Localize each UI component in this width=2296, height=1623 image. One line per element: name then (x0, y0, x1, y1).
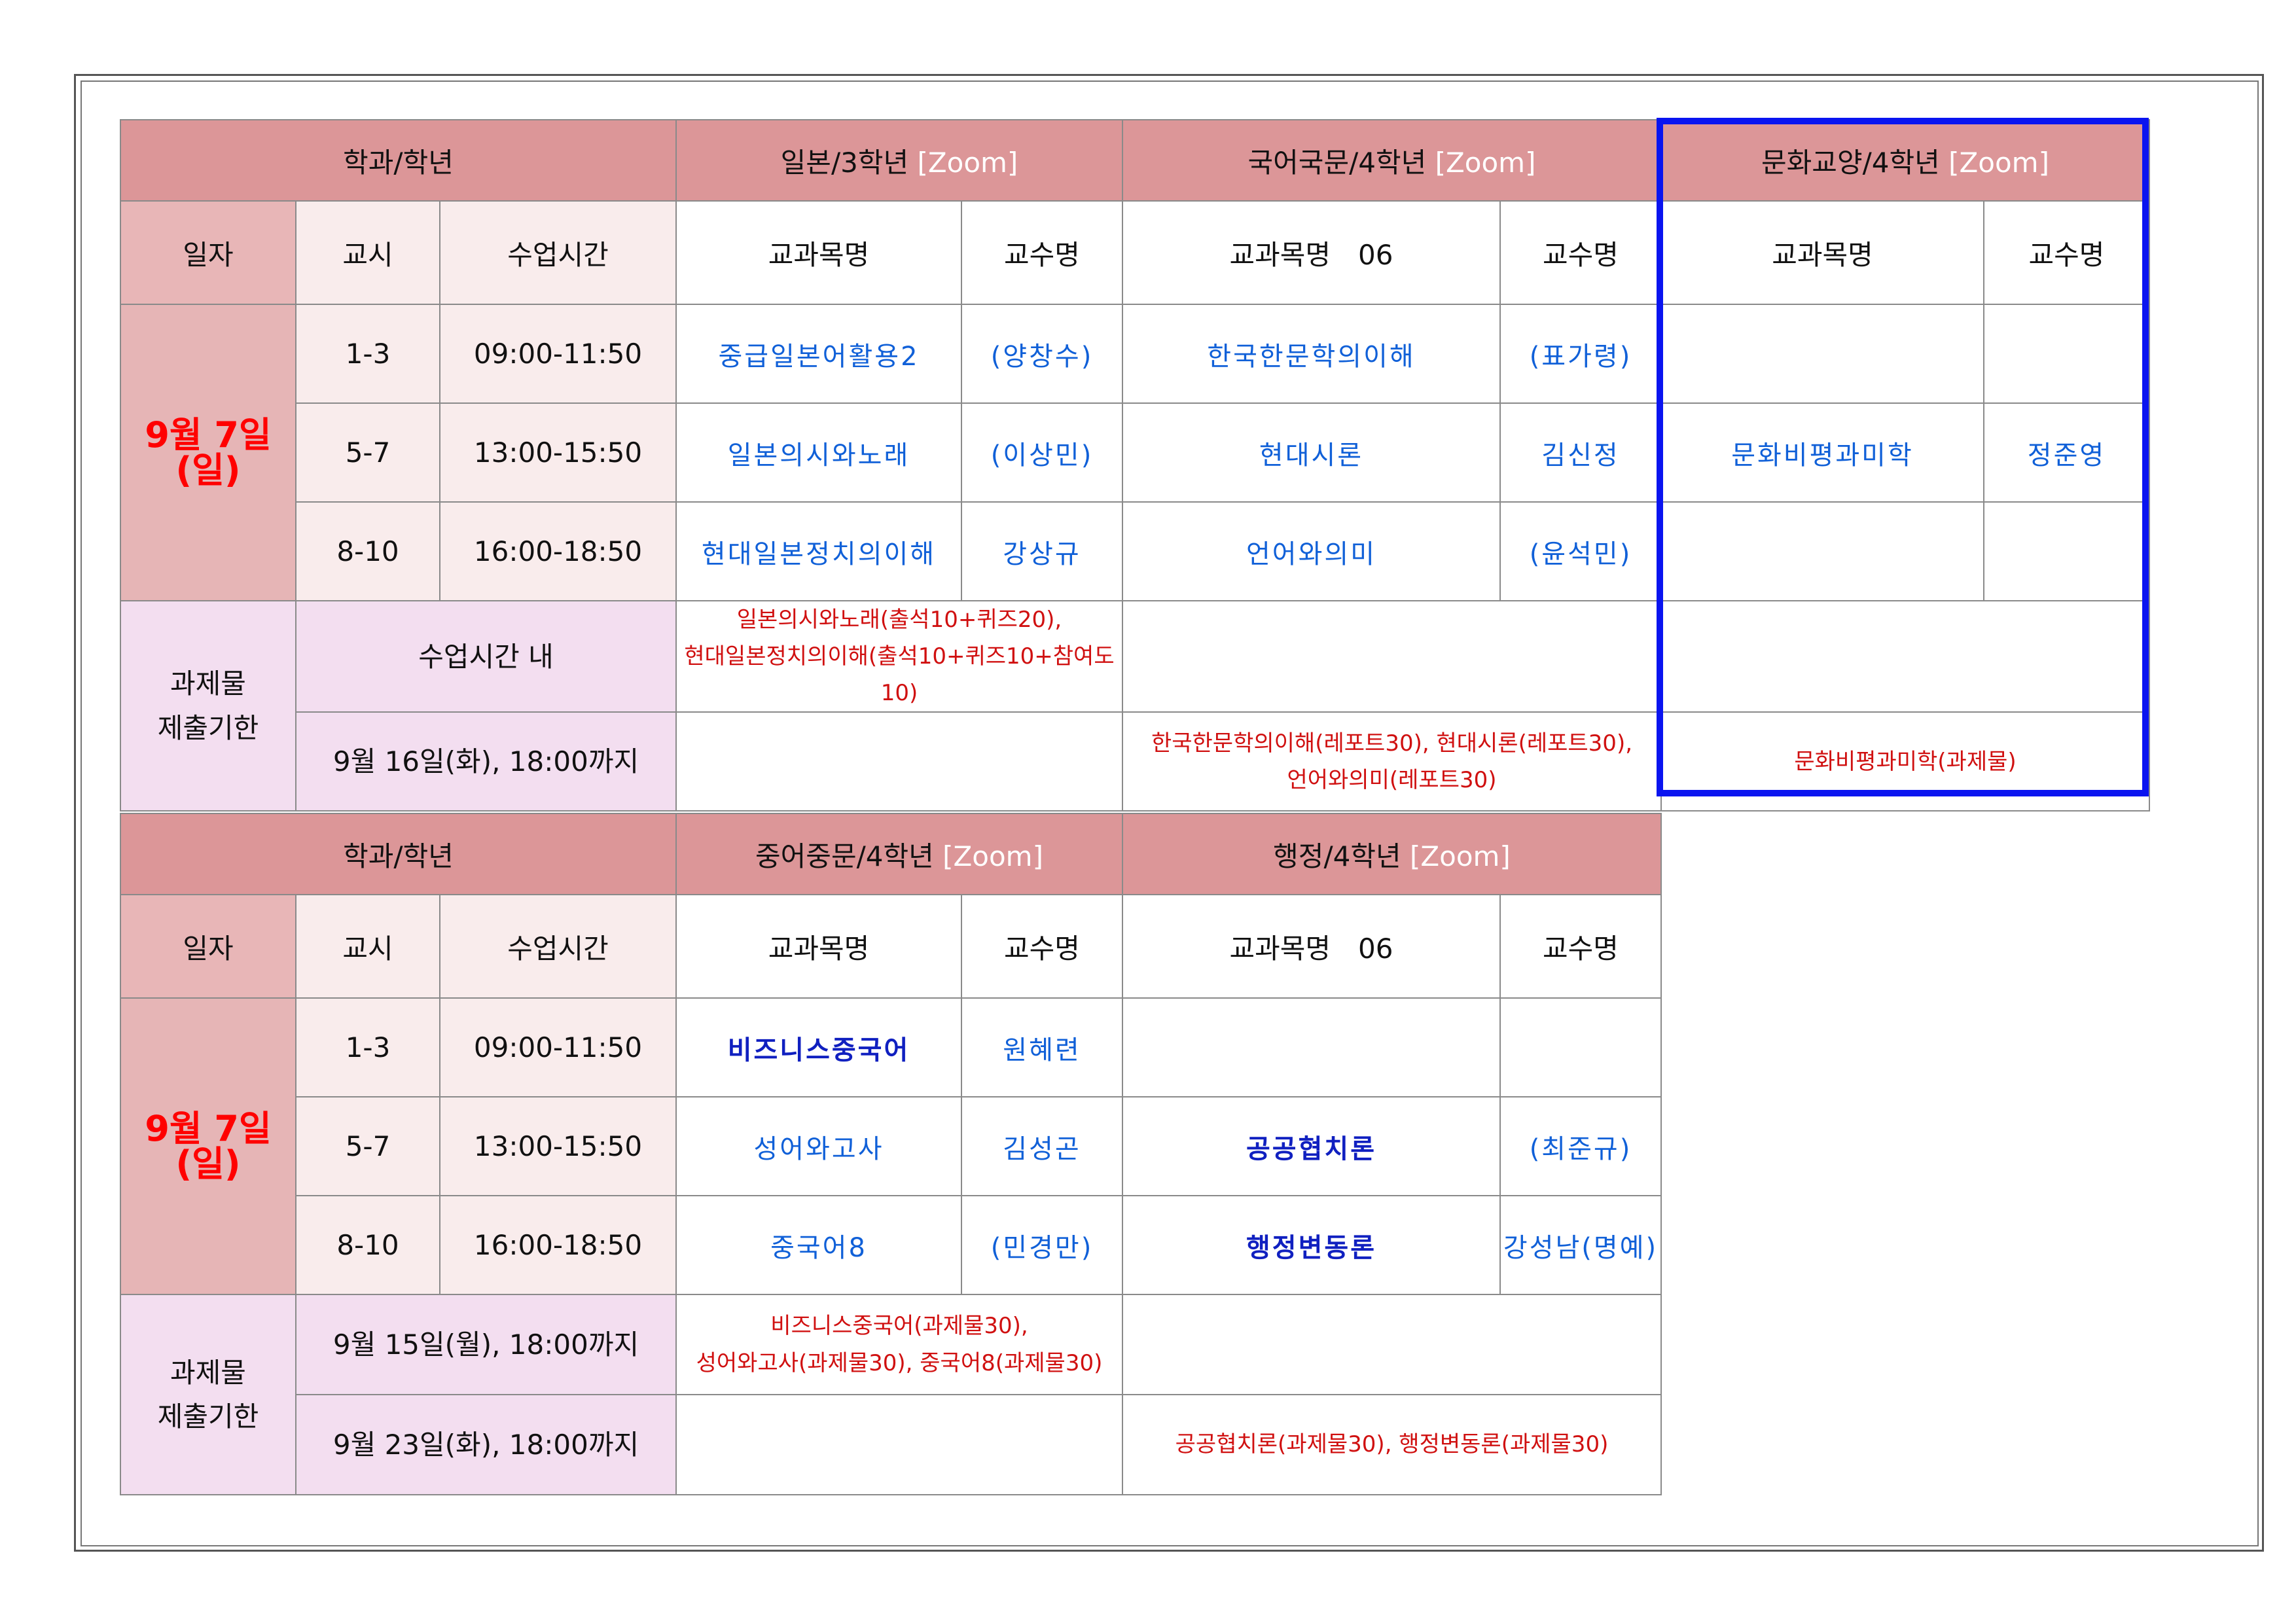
prof-col-header: 교수명 (1499, 200, 1662, 305)
time-col-header: 수업시간 (439, 894, 677, 999)
period-cell: 5-7 (295, 1096, 440, 1196)
prof-cell: (양창수) (961, 304, 1123, 404)
assignment-cell-empty (1660, 599, 2150, 713)
assignment-cell: 비즈니스중국어(과제물30), 성어와고사(과제물30), 중국어8(과제물30) (675, 1294, 1123, 1395)
period-cell: 5-7 (295, 402, 440, 503)
date-col-header: 일자 (120, 894, 296, 999)
group-header-chinese: 중어중문/4학년 [Zoom] (675, 813, 1123, 895)
period-cell: 8-10 (295, 1195, 440, 1295)
course-cell: 한국한문학의이해 (1122, 304, 1501, 404)
prof-cell (1983, 501, 2150, 601)
deadline-label: 과제물 제출기한 (120, 599, 296, 812)
course-cell: 현대일본정치의이해 (675, 501, 962, 601)
course-col-header: 교과목명 06 (1122, 894, 1501, 999)
period-cell: 8-10 (295, 501, 440, 601)
zoom-link[interactable]: [Zoom] (942, 840, 1043, 872)
assignment-cell-empty (675, 711, 1123, 812)
course-col-header: 교과목명 06 (1122, 200, 1501, 305)
course-cell: 일본의시와노래 (675, 402, 962, 503)
prof-cell: (이상민) (961, 402, 1123, 503)
prof-cell: 원혜련 (961, 997, 1123, 1097)
dept-header: 학과/학년 (120, 119, 677, 202)
zoom-link[interactable]: [Zoom] (1435, 147, 1536, 179)
prof-cell: (윤석민) (1499, 501, 1662, 601)
assignment-cell: 일본의시와노래(출석10+퀴즈20), 현대일본정치의이해(출석10+퀴즈10+참… (675, 599, 1123, 713)
assignment-cell: 한국한문학의이해(레포트30), 현대시론(레포트30), 언어와의미(레포트30… (1122, 711, 1662, 812)
group-header-admin: 행정/4학년 [Zoom] (1122, 813, 1662, 895)
prof-cell: 김성곤 (961, 1096, 1123, 1196)
prof-cell: 김신정 (1499, 402, 1662, 503)
group-header-culture: 문화교양/4학년 [Zoom] (1660, 119, 2150, 202)
prof-cell: (최준규) (1499, 1096, 1662, 1196)
prof-cell: 강성남(명예) (1499, 1195, 1662, 1295)
deadline-when: 9월 15일(월), 18:00까지 (295, 1294, 677, 1395)
period-cell: 1-3 (295, 997, 440, 1097)
schedule-table-1: 학과/학년 일본/3학년 [Zoom] 국어국문/4학년 [Zoom] 문화교양… (120, 119, 2150, 812)
course-cell (1122, 997, 1501, 1097)
prof-cell: 정준영 (1983, 402, 2150, 503)
assignment-cell: 공공협치론(과제물30), 행정변동론(과제물30) (1122, 1394, 1662, 1495)
prof-col-header: 교수명 (1983, 200, 2150, 305)
prof-cell: 강상규 (961, 501, 1123, 601)
course-col-header: 교과목명 (675, 200, 962, 305)
time-cell: 13:00-15:50 (439, 402, 677, 503)
course-cell: 언어와의미 (1122, 501, 1501, 601)
prof-col-header: 교수명 (1499, 894, 1662, 999)
course-cell: 성어와고사 (675, 1096, 962, 1196)
time-cell: 13:00-15:50 (439, 1096, 677, 1196)
group-header-korean: 국어국문/4학년 [Zoom] (1122, 119, 1662, 202)
zoom-link[interactable]: [Zoom] (1410, 840, 1511, 872)
time-cell: 16:00-18:50 (439, 501, 677, 601)
prof-cell: (민경만) (961, 1195, 1123, 1295)
prof-cell (1983, 304, 2150, 404)
time-cell: 09:00-11:50 (439, 304, 677, 404)
dept-header: 학과/학년 (120, 813, 677, 895)
course-col-header: 교과목명 (1660, 200, 1984, 305)
course-cell: 비즈니스중국어 (675, 997, 962, 1097)
course-col-header: 교과목명 (675, 894, 962, 999)
period-col-header: 교시 (295, 200, 440, 305)
deadline-when: 9월 16일(화), 18:00까지 (295, 711, 677, 812)
time-cell: 09:00-11:50 (439, 997, 677, 1097)
course-cell: 공공협치론 (1122, 1096, 1501, 1196)
course-cell: 행정변동론 (1122, 1195, 1501, 1295)
date-col-header: 일자 (120, 200, 296, 305)
prof-cell: (표가령) (1499, 304, 1662, 404)
prof-cell (1499, 997, 1662, 1097)
course-cell: 문화비평과미학 (1660, 402, 1984, 503)
assignment-cell: 문화비평과미학(과제물) (1660, 711, 2150, 812)
time-cell: 16:00-18:50 (439, 1195, 677, 1295)
group-header-japan: 일본/3학년 [Zoom] (675, 119, 1123, 202)
course-cell (1660, 501, 1984, 601)
course-cell (1660, 304, 1984, 404)
deadline-label: 과제물 제출기한 (120, 1294, 296, 1495)
course-cell: 중국어8 (675, 1195, 962, 1295)
deadline-when: 9월 23일(화), 18:00까지 (295, 1394, 677, 1495)
class-date: 9월 7일 (일) (120, 997, 296, 1295)
time-col-header: 수업시간 (439, 200, 677, 305)
prof-col-header: 교수명 (961, 200, 1123, 305)
assignment-cell-empty (1122, 599, 1662, 713)
prof-col-header: 교수명 (961, 894, 1123, 999)
schedule-table-2: 학과/학년 중어중문/4학년 [Zoom] 행정/4학년 [Zoom] 일자 교… (120, 813, 1662, 1495)
assignment-cell-empty (675, 1394, 1123, 1495)
zoom-link[interactable]: [Zoom] (917, 147, 1018, 179)
course-cell: 현대시론 (1122, 402, 1501, 503)
deadline-when: 수업시간 내 (295, 599, 677, 713)
period-col-header: 교시 (295, 894, 440, 999)
period-cell: 1-3 (295, 304, 440, 404)
assignment-cell-empty (1122, 1294, 1662, 1395)
zoom-link[interactable]: [Zoom] (1948, 147, 2049, 179)
course-cell: 중급일본어활용2 (675, 304, 962, 404)
class-date: 9월 7일 (일) (120, 304, 296, 601)
